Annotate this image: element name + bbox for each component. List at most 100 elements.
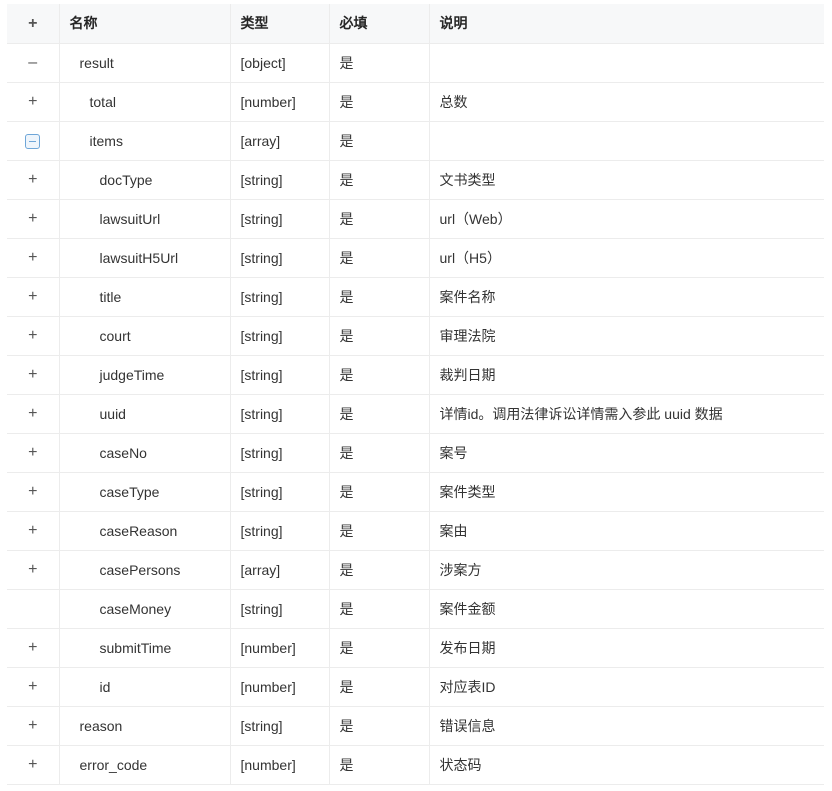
expand-plus-icon[interactable]: + — [25, 757, 41, 773]
param-description: 裁判日期 — [429, 355, 824, 395]
param-name: uuid — [59, 394, 231, 434]
param-type: [number] — [230, 628, 330, 668]
param-required: 是 — [329, 316, 430, 356]
expand-plus-icon[interactable]: + — [25, 328, 41, 344]
param-required: 是 — [329, 43, 430, 83]
row-toggle-cell: + — [7, 433, 60, 473]
param-type: [string] — [230, 433, 330, 473]
table-row: + lawsuitH5Url [string] 是 url（H5） — [7, 238, 824, 278]
param-description: 总数 — [429, 82, 824, 122]
column-header-description: 说明 — [429, 4, 824, 44]
param-name: casePersons — [59, 550, 231, 590]
param-type: [array] — [230, 550, 330, 590]
row-toggle-cell: + — [7, 355, 60, 395]
param-type: [number] — [230, 82, 330, 122]
row-toggle-cell — [7, 589, 60, 629]
param-name: caseType — [59, 472, 231, 512]
expand-plus-icon[interactable]: + — [25, 679, 41, 695]
expand-plus-icon[interactable]: + — [25, 211, 41, 227]
param-name: lawsuitH5Url — [59, 238, 231, 278]
param-name: caseReason — [59, 511, 231, 551]
expand-plus-icon[interactable]: + — [25, 94, 41, 110]
param-name: caseMoney — [59, 589, 231, 629]
param-type: [string] — [230, 160, 330, 200]
param-required: 是 — [329, 277, 430, 317]
expand-plus-icon[interactable]: + — [25, 523, 41, 539]
param-type: [string] — [230, 472, 330, 512]
row-toggle-cell: + — [7, 160, 60, 200]
table-row: + judgeTime [string] 是裁判日期 — [7, 355, 824, 395]
param-type: [string] — [230, 277, 330, 317]
row-toggle-cell: + — [7, 667, 60, 707]
expand-plus-icon[interactable]: + — [25, 406, 41, 422]
param-name: title — [59, 277, 231, 317]
table-row: + lawsuitUrl [string] 是 url（Web） — [7, 199, 824, 239]
param-description: 错误信息 — [429, 706, 824, 746]
expand-plus-icon[interactable]: + — [25, 250, 41, 266]
row-toggle-cell: + — [7, 394, 60, 434]
table-row: + casePersons [array] 是涉案方 — [7, 550, 824, 590]
row-toggle-cell: – — [7, 43, 60, 83]
expand-plus-icon[interactable]: + — [25, 445, 41, 461]
param-name: lawsuitUrl — [59, 199, 231, 239]
param-required: 是 — [329, 121, 430, 161]
param-type: [object] — [230, 43, 330, 83]
expand-plus-icon[interactable]: + — [25, 562, 41, 578]
param-required: 是 — [329, 160, 430, 200]
table-row: + caseType [string] 是案件类型 — [7, 472, 824, 512]
param-required: 是 — [329, 472, 430, 512]
param-name: items — [59, 121, 231, 161]
param-name: court — [59, 316, 231, 356]
row-toggle-cell: + — [7, 745, 60, 785]
param-name: judgeTime — [59, 355, 231, 395]
expand-plus-icon[interactable]: + — [25, 289, 41, 305]
table-row: + uuid [string] 是详情id。调用法律诉讼详情需入参此 uuid 数据 — [7, 394, 824, 434]
expand-plus-icon[interactable]: + — [25, 484, 41, 500]
param-type: [string] — [230, 589, 330, 629]
row-toggle-cell: + — [7, 277, 60, 317]
expand-plus-icon[interactable]: + — [25, 640, 41, 656]
param-required: 是 — [329, 394, 430, 434]
expand-plus-icon[interactable]: + — [25, 367, 41, 383]
param-name: submitTime — [59, 628, 231, 668]
param-type: [string] — [230, 355, 330, 395]
param-required: 是 — [329, 511, 430, 551]
param-type: [number] — [230, 667, 330, 707]
param-name: error_code — [59, 745, 231, 785]
param-description: 涉案方 — [429, 550, 824, 590]
param-type: [string] — [230, 316, 330, 356]
collapse-minus-icon[interactable]: – — [25, 55, 41, 71]
row-toggle-cell: + — [7, 511, 60, 551]
row-toggle-cell: + — [7, 706, 60, 746]
params-table-container: + 名称 类型 必填 说明 – result [object] 是 + total [num… — [7, 4, 824, 785]
table-row: + id [number] 是对应表ID — [7, 667, 824, 707]
param-description: 状态码 — [429, 745, 824, 785]
column-header-name: 名称 — [59, 4, 231, 44]
param-type: [array] — [230, 121, 330, 161]
param-description: 案号 — [429, 433, 824, 473]
expand-all-plus-icon[interactable]: + — [25, 15, 41, 32]
param-description — [429, 43, 824, 83]
param-type: [string] — [230, 238, 330, 278]
param-name: total — [59, 82, 231, 122]
param-description: url（H5） — [429, 238, 824, 278]
row-toggle-cell — [7, 121, 60, 161]
param-description: 详情id。调用法律诉讼详情需入参此 uuid 数据 — [429, 394, 824, 434]
params-table: + 名称 类型 必填 说明 – result [object] 是 + total [num… — [7, 4, 824, 785]
table-row: + docType [string] 是文书类型 — [7, 160, 824, 200]
expand-plus-icon[interactable]: + — [25, 172, 41, 188]
param-description: 对应表ID — [429, 667, 824, 707]
param-name: id — [59, 667, 231, 707]
table-row: caseMoney [string] 是案件金额 — [7, 589, 824, 629]
param-required: 是 — [329, 589, 430, 629]
param-required: 是 — [329, 355, 430, 395]
collapse-box-icon[interactable] — [25, 133, 41, 149]
row-toggle-cell: + — [7, 316, 60, 356]
row-toggle-cell: + — [7, 82, 60, 122]
param-required: 是 — [329, 706, 430, 746]
table-row: + error_code [number] 是状态码 — [7, 745, 824, 785]
param-type: [number] — [230, 745, 330, 785]
expand-plus-icon[interactable]: + — [25, 718, 41, 734]
expand-all-cell: + — [7, 4, 60, 44]
table-row: items [array] 是 — [7, 121, 824, 161]
